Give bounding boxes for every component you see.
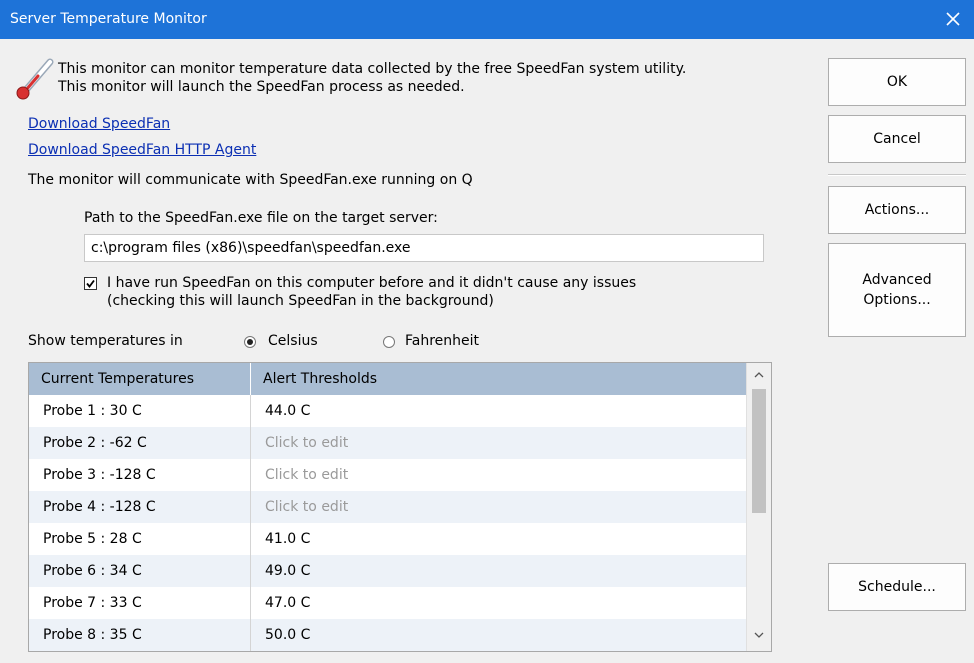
run-speedfan-checkbox-label: I have run SpeedFan on this computer bef… xyxy=(107,274,636,310)
table-row: Probe 5 : 28 C 41.0 C xyxy=(29,523,747,555)
run-speedfan-checkbox[interactable] xyxy=(84,277,97,290)
ok-button-label: OK xyxy=(886,74,908,90)
ok-button[interactable]: OK xyxy=(828,58,966,106)
title-bar: Server Temperature Monitor xyxy=(0,0,974,39)
table-row: Probe 2 : -62 C Click to edit xyxy=(29,427,747,459)
threshold-cell[interactable]: Click to edit xyxy=(251,427,747,459)
checkmark-icon xyxy=(86,279,95,288)
window-title: Server Temperature Monitor xyxy=(10,11,207,27)
probe-cell: Probe 1 : 30 C xyxy=(43,403,142,419)
threshold-cell[interactable]: Click to edit xyxy=(251,459,747,491)
table-row: Probe 7 : 33 C 47.0 C xyxy=(29,587,747,619)
fahrenheit-label: Fahrenheit xyxy=(405,333,480,349)
table-row: Probe 8 : 35 C 50.0 C xyxy=(29,619,747,651)
fahrenheit-radio[interactable] xyxy=(383,336,395,348)
close-icon xyxy=(946,12,960,26)
celsius-radio[interactable] xyxy=(244,336,256,348)
threshold-cell[interactable]: 49.0 C xyxy=(251,555,747,587)
intro-text: This monitor can monitor temperature dat… xyxy=(58,60,686,96)
speedfan-path-input[interactable] xyxy=(84,234,764,262)
cancel-button-label: Cancel xyxy=(873,131,921,147)
scrollbar-thumb[interactable] xyxy=(752,389,766,513)
download-speedfan-http-agent-link[interactable]: Download SpeedFan HTTP Agent xyxy=(28,142,256,158)
column-header-current-temperatures[interactable]: Current Temperatures xyxy=(29,363,250,395)
scroll-up-icon[interactable] xyxy=(753,369,765,381)
download-speedfan-link[interactable]: Download SpeedFan xyxy=(28,116,170,132)
probe-cell: Probe 3 : -128 C xyxy=(43,467,156,483)
advanced-options-label-line-2: Options... xyxy=(863,292,931,308)
actions-button-label: Actions... xyxy=(864,202,930,218)
advanced-options-label-line-1: Advanced xyxy=(862,272,932,288)
intro-line-2: This monitor will launch the SpeedFan pr… xyxy=(58,79,465,95)
schedule-button[interactable]: Schedule... xyxy=(828,563,966,611)
probe-cell: Probe 2 : -62 C xyxy=(43,435,147,451)
communicate-text: The monitor will communicate with SpeedF… xyxy=(28,172,473,188)
probe-cell: Probe 8 : 35 C xyxy=(43,627,142,643)
table-row: Probe 4 : -128 C Click to edit xyxy=(29,491,747,523)
thermometer-icon xyxy=(16,58,54,100)
probe-cell: Probe 7 : 33 C xyxy=(43,595,142,611)
button-divider xyxy=(828,174,966,176)
close-button[interactable] xyxy=(938,4,968,34)
threshold-cell[interactable]: Click to edit xyxy=(251,491,747,523)
scroll-down-icon[interactable] xyxy=(753,629,765,641)
grid-vertical-scrollbar[interactable] xyxy=(746,363,771,651)
radio-selected-dot xyxy=(247,339,253,345)
path-label: Path to the SpeedFan.exe file on the tar… xyxy=(84,210,438,226)
checkbox-label-line-1: I have run SpeedFan on this computer bef… xyxy=(107,275,637,291)
advanced-options-button[interactable]: Advanced Options... xyxy=(828,243,966,337)
server-temperature-monitor-dialog: Server Temperature Monitor This monitor … xyxy=(0,0,974,663)
intro-line-1: This monitor can monitor temperature dat… xyxy=(58,61,687,77)
checkbox-label-line-2: (checking this will launch SpeedFan in t… xyxy=(107,293,494,309)
temperatures-grid: Current Temperatures Alert Thresholds Pr… xyxy=(28,362,772,652)
units-label: Show temperatures in xyxy=(28,333,183,349)
threshold-cell[interactable]: 44.0 C xyxy=(251,395,747,427)
actions-button[interactable]: Actions... xyxy=(828,186,966,234)
probe-cell: Probe 6 : 34 C xyxy=(43,563,142,579)
probe-cell: Probe 5 : 28 C xyxy=(43,531,142,547)
table-row: Probe 3 : -128 C Click to edit xyxy=(29,459,747,491)
column-header-alert-thresholds[interactable]: Alert Thresholds xyxy=(251,363,747,395)
schedule-button-label: Schedule... xyxy=(858,579,936,595)
grid-header: Current Temperatures Alert Thresholds xyxy=(29,363,747,395)
celsius-label: Celsius xyxy=(268,333,318,349)
cancel-button[interactable]: Cancel xyxy=(828,115,966,163)
threshold-cell[interactable]: 50.0 C xyxy=(251,619,747,651)
table-row: Probe 6 : 34 C 49.0 C xyxy=(29,555,747,587)
threshold-cell[interactable]: 47.0 C xyxy=(251,587,747,619)
probe-cell: Probe 4 : -128 C xyxy=(43,499,156,515)
table-row: Probe 1 : 30 C 44.0 C xyxy=(29,395,747,427)
threshold-cell[interactable]: 41.0 C xyxy=(251,523,747,555)
